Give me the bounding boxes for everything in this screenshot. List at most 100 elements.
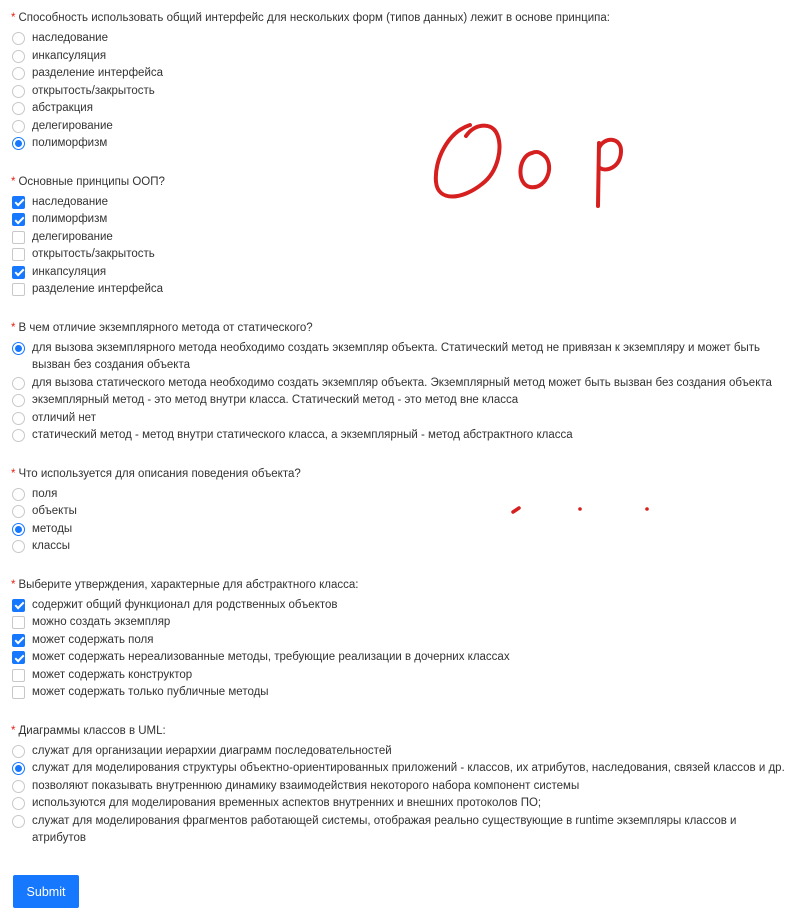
radio-option[interactable]: классы [11,538,786,556]
option-label: классы [32,540,71,552]
radio-button[interactable] [12,411,25,425]
required-marker: * [11,578,16,591]
radio-option[interactable]: позволяют показывать внутреннюю динамику… [11,778,786,796]
radio-option[interactable]: поля [11,486,786,504]
radio-option[interactable]: абстракция [11,100,786,118]
option-label: может содержать только публичные методы [32,686,269,698]
question-title: * Диаграммы классов в UML: [11,719,786,743]
checkbox[interactable] [12,651,25,664]
option-label: может содержать поля [32,633,154,646]
checkbox-option[interactable]: можно создать экземпляр [11,614,786,632]
checkbox-option[interactable]: разделение интерфейса [11,281,786,299]
checkbox-option[interactable]: содержит общий функционал для родственны… [11,597,786,615]
option-label: экземплярный метод - это метод внутри кл… [32,394,519,406]
checkbox-option[interactable]: может содержать только публичные методы [11,684,786,702]
radio-option[interactable]: служат для моделирования фрагментов рабо… [11,813,786,848]
radio-option[interactable]: для вызова экземплярного метода необходи… [11,340,786,375]
radio-option[interactable]: служат для моделирования структуры объек… [11,760,786,778]
radio-button[interactable] [12,540,25,553]
option-label: статический метод - метод внутри статиче… [32,429,573,441]
option-label: наследование [32,32,109,44]
radio-button[interactable] [12,341,25,355]
option-label: объекты [32,505,77,517]
radio-option[interactable]: открытость/закрытость [11,83,786,101]
option-label: методы [32,522,73,535]
option-label: служат для моделирования фрагментов рабо… [32,814,737,845]
radio-option[interactable]: для вызова статического метода необходим… [11,375,786,393]
radio-option[interactable]: полиморфизм [11,135,786,153]
radio-option[interactable]: методы [11,521,786,539]
question-title-text: Основные принципы ООП? [18,175,165,188]
radio-option[interactable]: делегирование [11,118,786,136]
checkbox[interactable] [12,686,25,699]
option-label: содержит общий функционал для родственны… [32,598,338,611]
submit-button[interactable]: Submit [13,875,79,908]
question-title: * Основные принципы ООП? [11,170,786,194]
checkbox[interactable] [12,598,25,612]
checkbox-option[interactable]: открытость/закрытость [11,246,786,264]
question-title-text: Диаграммы классов в UML: [18,724,166,737]
checkbox-option[interactable]: может содержать поля [11,632,786,650]
checkbox[interactable] [12,633,25,647]
radio-button[interactable] [12,744,25,758]
radio-option[interactable]: наследование [11,30,786,48]
question-1: * Способность использовать общий интерфей… [11,6,786,153]
checkbox-option[interactable]: может содержать нереализованные методы, … [11,649,786,667]
radio-option[interactable]: статический метод - метод внутри статиче… [11,427,786,445]
radio-button[interactable] [12,394,25,407]
radio-button[interactable] [12,32,25,45]
radio-button[interactable] [12,119,25,133]
radio-button[interactable] [12,84,25,98]
question-6: * Диаграммы классов в UML: служат для орга… [11,719,786,848]
checkbox[interactable] [12,265,25,279]
radio-button[interactable] [12,49,25,63]
checkbox[interactable] [12,248,25,261]
option-label: открытость/закрытость [32,84,155,97]
radio-option[interactable]: экземплярный метод - это метод внутри кл… [11,392,786,410]
radio-option[interactable]: используются для моделирования временных… [11,795,786,813]
checkbox[interactable] [12,195,25,209]
option-label: инкапсуляция [32,49,107,62]
checkbox[interactable] [12,616,25,629]
radio-button[interactable] [12,487,25,501]
radio-button[interactable] [12,376,25,390]
required-marker: * [11,724,16,737]
checkbox-option[interactable]: наследование [11,194,786,212]
question-4: * Что используется для описания поведения… [11,462,786,556]
checkbox-option[interactable]: полиморфизм [11,211,786,229]
checkbox-option[interactable]: инкапсуляция [11,264,786,282]
option-label: наследование [32,195,109,208]
radio-button[interactable] [12,797,25,810]
checkbox[interactable] [12,213,25,226]
radio-button[interactable] [12,814,25,828]
option-label: полиморфизм [32,213,108,225]
question-title-text: В чем отличие экземплярного метода от ст… [18,321,313,334]
checkbox[interactable] [12,230,25,244]
radio-option[interactable]: отличий нет [11,410,786,428]
option-label: может содержать нереализованные методы, … [32,651,510,663]
radio-button[interactable] [12,505,25,518]
option-label: открытость/закрытость [32,248,155,260]
option-label: может содержать конструктор [32,668,193,681]
quiz-form: * Способность использовать общий интерфей… [11,6,786,865]
option-label: разделение интерфейса [32,283,164,295]
radio-button[interactable] [12,137,25,150]
radio-option[interactable]: разделение интерфейса [11,65,786,83]
radio-button[interactable] [12,522,25,536]
checkbox-option[interactable]: делегирование [11,229,786,247]
checkbox-option[interactable]: может содержать конструктор [11,667,786,685]
radio-option[interactable]: объекты [11,503,786,521]
required-marker: * [11,12,16,24]
radio-option[interactable]: служат для организации иерархии диаграмм… [11,743,786,761]
question-2: * Основные принципы ООП? наследование полим… [11,170,786,299]
option-label: поля [32,487,58,500]
radio-option[interactable]: инкапсуляция [11,48,786,66]
radio-button[interactable] [12,779,25,793]
radio-button[interactable] [12,102,25,115]
checkbox[interactable] [12,283,25,296]
radio-button[interactable] [12,762,25,775]
radio-button[interactable] [12,429,25,442]
option-label: разделение интерфейса [32,67,164,79]
checkbox[interactable] [12,668,25,682]
radio-button[interactable] [12,67,25,80]
